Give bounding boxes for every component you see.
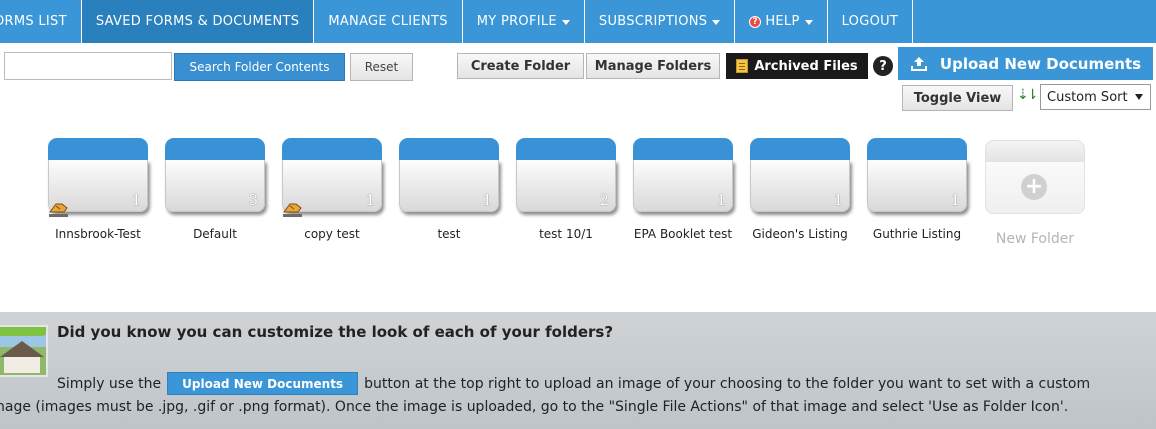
chevron-down-icon: [561, 20, 570, 25]
folder-tab: [282, 138, 382, 162]
folder-tab: [985, 140, 1085, 162]
folder-body: 1: [867, 160, 967, 212]
folder-tab: [516, 138, 616, 162]
house-thumbnail-icon: [0, 325, 48, 377]
folder-tab: [48, 138, 148, 162]
house-wall: [4, 357, 40, 373]
tip-line-2: nage (images must be .jpg, .gif or .png …: [0, 399, 1069, 415]
house-roof: [0, 341, 44, 357]
folder-tab: [399, 138, 499, 162]
folder-count: 2: [599, 191, 609, 209]
folder-body: 1: [633, 160, 733, 212]
search-input[interactable]: [4, 52, 172, 80]
chevron-down-icon: [1135, 94, 1143, 100]
sort-select-value: Custom Sort: [1047, 89, 1128, 105]
nav-saved-forms[interactable]: SAVED FORMS & DOCUMENTS: [81, 0, 315, 43]
tip-upload-button[interactable]: Upload New Documents: [167, 372, 359, 395]
nav-manage-clients-label: MANAGE CLIENTS: [328, 14, 448, 29]
tip-line-1: Simply use the Upload New Documents butt…: [57, 372, 1090, 395]
folder-count: 1: [716, 191, 726, 209]
folder-tab: [867, 138, 967, 162]
folder-tab: [633, 138, 733, 162]
document-icon: [736, 59, 749, 73]
nav-forms-list-label: ORMS LIST: [0, 14, 67, 29]
archived-files-button[interactable]: Archived Files: [726, 53, 868, 79]
upload-new-documents-label: Upload New Documents: [939, 54, 1142, 73]
reset-button[interactable]: Reset: [350, 53, 413, 81]
tip-text-after: button at the top right to upload an ima…: [364, 375, 1091, 392]
folder-body: 2: [516, 160, 616, 212]
archived-files-label: Archived Files: [754, 58, 858, 74]
folder-tab: [165, 138, 265, 162]
top-nav: ORMS LIST SAVED FORMS & DOCUMENTS MANAGE…: [0, 0, 1156, 43]
tip-title: Did you know you can customize the look …: [57, 323, 614, 341]
search-folder-contents-button[interactable]: Search Folder Contents: [174, 53, 345, 81]
shared-hand-icon: [49, 203, 68, 217]
create-folder-button[interactable]: Create Folder: [457, 53, 584, 79]
folder-body: 1: [399, 160, 499, 212]
chevron-down-icon: [712, 20, 721, 25]
nav-saved-forms-label: SAVED FORMS & DOCUMENTS: [95, 14, 300, 29]
nav-logout[interactable]: LOGOUT: [828, 0, 914, 43]
folder-count: 1: [131, 191, 141, 209]
shared-hand-icon: [283, 203, 302, 217]
folder-count: 1: [482, 191, 492, 209]
folder-count: 1: [365, 191, 375, 209]
house-banner: [0, 327, 46, 336]
plus-icon: +: [1021, 174, 1047, 200]
folder-count: 1: [950, 191, 960, 209]
folder-body: 3: [165, 160, 265, 212]
nav-help-label: HELP: [765, 14, 800, 29]
upload-icon: [910, 56, 927, 71]
sort-icon: ⇣⇂: [1017, 87, 1039, 103]
nav-manage-clients[interactable]: MANAGE CLIENTS: [314, 0, 463, 43]
nav-my-profile-label: MY PROFILE: [476, 14, 557, 29]
tip-text-before: Simply use the: [57, 375, 162, 392]
nav-help[interactable]: ? HELP: [735, 0, 828, 43]
manage-folders-button[interactable]: Manage Folders: [586, 53, 720, 79]
nav-subscriptions[interactable]: SUBSCRIPTIONS: [585, 0, 736, 43]
chevron-down-icon: [804, 20, 813, 25]
nav-subscriptions-label: SUBSCRIPTIONS: [598, 14, 708, 29]
toggle-view-button[interactable]: Toggle View: [902, 85, 1013, 111]
folder-tab: [750, 138, 850, 162]
folder-count: 3: [248, 191, 258, 209]
help-icon[interactable]: ?: [873, 56, 893, 76]
nav-logout-label: LOGOUT: [841, 14, 899, 29]
new-folder-label: New Folder: [995, 231, 1075, 247]
help-badge-icon: ?: [749, 15, 762, 28]
nav-my-profile[interactable]: MY PROFILE: [463, 0, 585, 43]
folder-body: 1: [750, 160, 850, 212]
new-folder-button[interactable]: + New Folder: [985, 140, 1103, 250]
sort-select[interactable]: Custom Sort: [1040, 84, 1151, 110]
folder-count: 1: [833, 191, 843, 209]
nav-forms-list[interactable]: ORMS LIST: [0, 0, 82, 43]
upload-new-documents-button[interactable]: Upload New Documents: [898, 47, 1153, 80]
